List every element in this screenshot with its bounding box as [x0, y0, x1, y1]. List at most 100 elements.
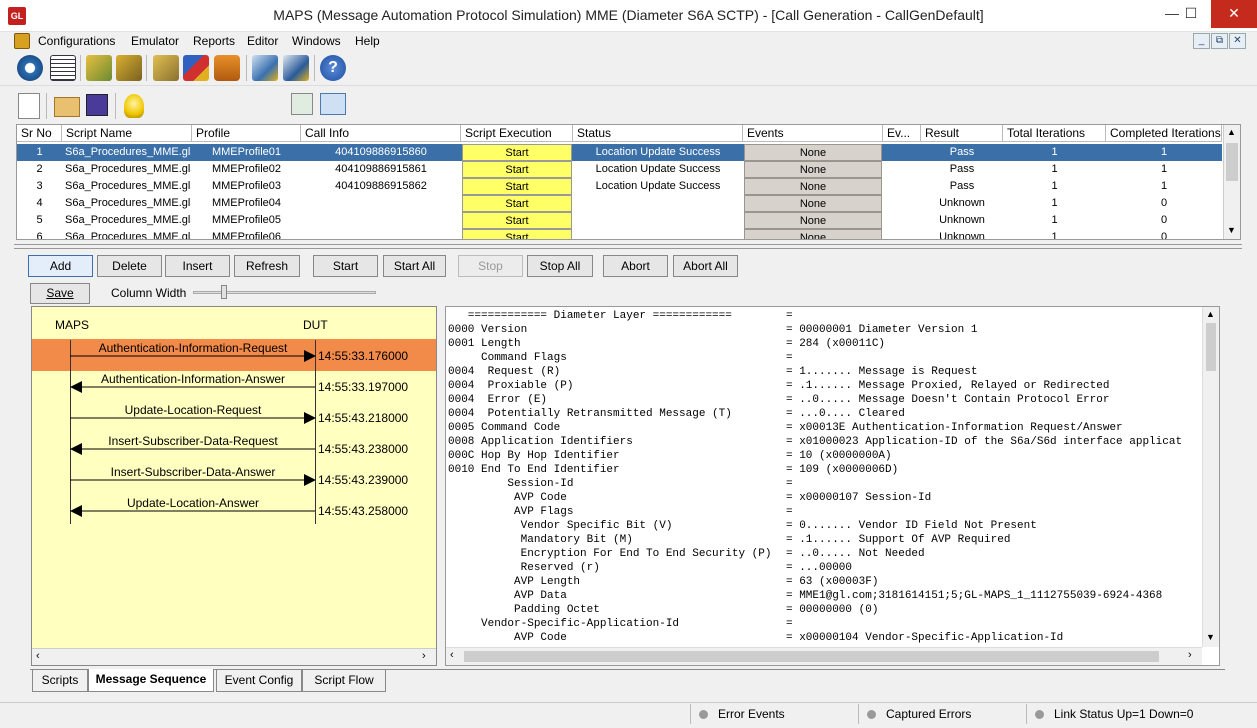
start-cell-button[interactable]: Start [462, 195, 572, 212]
captured-errors-status[interactable]: Captured Errors [858, 704, 1026, 724]
new-file-icon[interactable] [18, 93, 40, 119]
events-cell[interactable]: None [744, 178, 882, 195]
menu-emulator[interactable]: Emulator [131, 34, 179, 48]
decode-field-name[interactable]: Command Flags [448, 351, 567, 365]
column-header[interactable]: Script Execution [461, 125, 573, 142]
decode-field-value[interactable]: = ..0..... Message Doesn't Contain Proto… [786, 393, 1109, 407]
decode-field-name[interactable]: AVP Flags [448, 505, 573, 519]
column-header[interactable]: Events [743, 125, 883, 142]
decode-field-value[interactable]: = ...00000 [786, 561, 852, 575]
decode-field-name[interactable]: 0008 Application Identifiers [448, 435, 633, 449]
decode-field-value[interactable]: = 284 (x00011C) [786, 337, 885, 351]
menu-editor[interactable]: Editor [247, 34, 278, 48]
menu-reports[interactable]: Reports [193, 34, 235, 48]
decode-field-value[interactable]: = .1...... Message Proxied, Relayed or R… [786, 379, 1109, 393]
decode-field-name[interactable]: Padding Octet [448, 603, 600, 617]
decode-field-value[interactable]: = MME1@gl.com;3181614151;5;GL-MAPS_1_111… [786, 589, 1162, 603]
decode-field-name[interactable]: 0004 Potentially Retransmitted Message (… [448, 407, 732, 421]
decode-field-name[interactable]: Reserved (r) [448, 561, 600, 575]
message-label[interactable]: Insert-Subscriber-Data-Answer [68, 465, 318, 479]
scroll-left-icon[interactable]: ‹ [450, 649, 454, 661]
tab-message-sequence[interactable]: Message Sequence [88, 669, 214, 692]
tab-script-flow[interactable]: Script Flow [302, 670, 386, 692]
decode-field-name[interactable]: 0004 Error (E) [448, 393, 547, 407]
table-row[interactable]: 6 S6a_Procedures_MME.gls MMEProfile06 Start… [17, 229, 1222, 239]
message-label[interactable]: Insert-Subscriber-Data-Request [68, 434, 318, 448]
decode-field-value[interactable]: = [786, 477, 793, 491]
call-receive-icon[interactable] [153, 55, 179, 81]
decode-field-value[interactable]: = .1...... Support Of AVP Required [786, 533, 1010, 547]
close-icon[interactable]: ✕ [1211, 0, 1257, 28]
decode-field-value[interactable]: = [786, 309, 793, 323]
menu-windows[interactable]: Windows [292, 34, 341, 48]
sequence-hscrollbar[interactable]: ‹ › [32, 648, 436, 665]
events-cell[interactable]: None [744, 229, 882, 239]
decode-field-value[interactable]: = 10 (x0000000A) [786, 449, 892, 463]
save-disk-icon[interactable] [86, 94, 108, 116]
mdi-restore-icon[interactable]: ⧉ [1211, 33, 1228, 49]
table-row[interactable]: 3 S6a_Procedures_MME.gls MMEProfile03 40410… [17, 178, 1222, 195]
decode-field-value[interactable]: = 0....... Vendor ID Field Not Present [786, 519, 1037, 533]
table-row[interactable]: 2 S6a_Procedures_MME.gls MMEProfile02 40410… [17, 161, 1222, 178]
scroll-right-icon[interactable]: › [1188, 649, 1192, 661]
mdi-minimize-icon[interactable]: _ [1193, 33, 1210, 49]
message-label[interactable]: Authentication-Information-Request [68, 341, 318, 355]
decode-field-name[interactable]: 0004 Proxiable (P) [448, 379, 573, 393]
decode-field-name[interactable]: 000C Hop By Hop Identifier [448, 449, 620, 463]
menu-help[interactable]: Help [355, 34, 380, 48]
scroll-right-icon[interactable]: › [422, 650, 426, 662]
decode-field-name[interactable]: Vendor Specific Bit (V) [448, 519, 673, 533]
start-button[interactable]: Start [313, 255, 378, 277]
scroll-up-icon[interactable]: ▲ [1206, 309, 1215, 319]
start-cell-button[interactable]: Start [462, 161, 572, 178]
briefcase-icon[interactable] [214, 55, 240, 81]
decode-field-name[interactable]: Session-Id [448, 477, 573, 491]
add-button[interactable]: Add [28, 255, 93, 277]
configure-tools-icon[interactable] [283, 55, 309, 81]
decode-field-name[interactable]: AVP Code [448, 491, 567, 505]
script-edit-icon[interactable] [86, 55, 112, 81]
decode-field-value[interactable]: = 1....... Message is Request [786, 365, 977, 379]
column-header[interactable]: Result [921, 125, 1003, 142]
message-label[interactable]: Authentication-Information-Answer [68, 372, 318, 386]
scroll-down-icon[interactable]: ▼ [1206, 632, 1215, 642]
column-header[interactable]: Script Name [62, 125, 192, 142]
stop-all-button[interactable]: Stop All [527, 255, 593, 277]
start-cell-button[interactable]: Start [462, 178, 572, 195]
tree-layout-icon[interactable] [320, 93, 346, 115]
insert-button[interactable]: Insert [165, 255, 230, 277]
settings-gear-icon[interactable] [17, 55, 43, 81]
tab-scripts[interactable]: Scripts [32, 670, 88, 692]
decode-field-value[interactable]: = [786, 351, 793, 365]
decode-field-name[interactable]: Encryption For End To End Security (P) [448, 547, 772, 561]
scroll-thumb[interactable] [1226, 143, 1238, 181]
start-all-button[interactable]: Start All [383, 255, 446, 277]
column-header[interactable]: Sr No [17, 125, 62, 142]
refresh-button[interactable]: Refresh [234, 255, 300, 277]
column-header[interactable]: Completed Iterations [1106, 125, 1222, 142]
mdi-close-icon[interactable]: ✕ [1229, 33, 1246, 49]
call-generation-icon[interactable] [116, 55, 142, 81]
help-icon[interactable]: ? [320, 55, 346, 81]
decode-hscrollbar[interactable]: ‹ › [446, 647, 1202, 665]
decode-field-value[interactable]: = x00013E Authentication-Information Req… [786, 421, 1123, 435]
decode-field-name[interactable]: ============ Diameter Layer ============ [448, 309, 732, 323]
decode-field-name[interactable]: 0005 Command Code [448, 421, 560, 435]
grid-scrollbar[interactable]: ▲ ▼ [1223, 125, 1240, 239]
decode-field-name[interactable]: AVP Code [448, 631, 567, 645]
start-cell-button[interactable]: Start [462, 229, 572, 239]
splitter[interactable] [14, 244, 1242, 249]
message-label[interactable]: Update-Location-Request [68, 403, 318, 417]
abort-button[interactable]: Abort [603, 255, 668, 277]
decode-field-name[interactable]: AVP Length [448, 575, 580, 589]
open-folder-icon[interactable] [54, 97, 80, 117]
maximize-icon[interactable]: ☐ [1168, 0, 1214, 28]
decode-field-value[interactable]: = x00000107 Session-Id [786, 491, 931, 505]
message-label[interactable]: Update-Location-Answer [68, 496, 318, 510]
table-row[interactable]: 5 S6a_Procedures_MME.gls MMEProfile05 Start… [17, 212, 1222, 229]
profile-editor-icon[interactable] [183, 55, 209, 81]
tab-event-config[interactable]: Event Config [216, 670, 302, 692]
column-header[interactable]: Total Iterations [1003, 125, 1106, 142]
column-header[interactable]: Call Info [301, 125, 461, 142]
vertical-layout-icon[interactable] [291, 93, 313, 115]
